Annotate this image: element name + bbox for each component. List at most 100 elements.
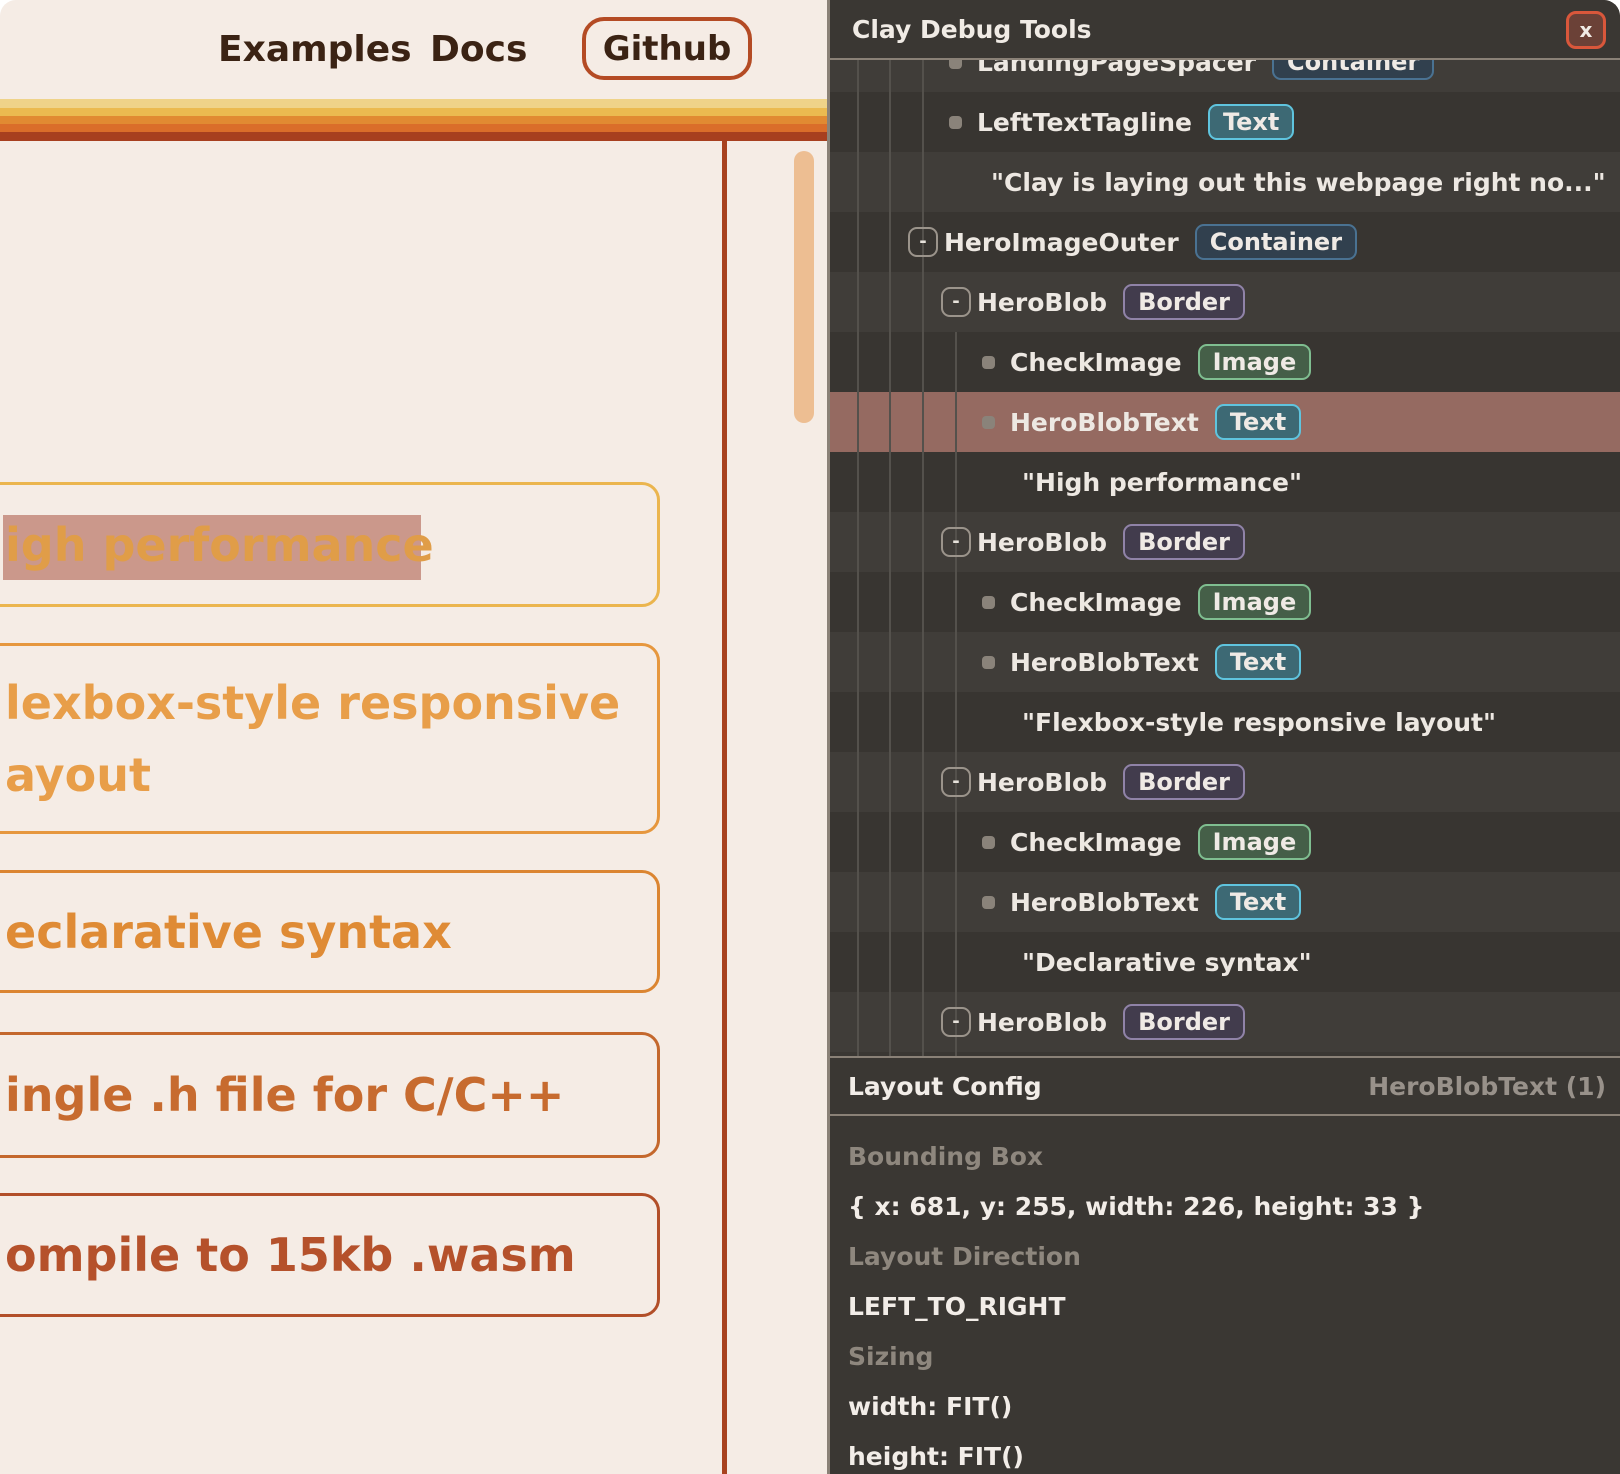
- collapse-minus-icon[interactable]: -: [941, 527, 971, 557]
- layout-config-title: Layout Config: [848, 1072, 1042, 1101]
- close-icon: x: [1580, 18, 1593, 42]
- tree-text-content: "High performance": [1022, 468, 1302, 497]
- tree-element-name: HeroBlob: [977, 1008, 1107, 1037]
- github-button[interactable]: Github: [582, 17, 752, 80]
- leaf-bullet-icon: [982, 596, 995, 609]
- element-type-badge: Image: [1198, 344, 1312, 380]
- nav-link-examples-label: Examples: [218, 29, 412, 70]
- rainbow-stripe: [0, 99, 827, 141]
- selected-element-label: HeroBlobText (1): [1368, 1072, 1606, 1101]
- tree-element-row[interactable]: LeftTextTagline Text: [830, 92, 1620, 152]
- tree-element-row[interactable]: CheckImage Image: [830, 572, 1620, 632]
- config-field-label: Bounding Box: [848, 1131, 1606, 1181]
- tree-element-row[interactable]: -HeroBlob Border: [830, 272, 1620, 332]
- close-button[interactable]: x: [1566, 11, 1606, 49]
- config-field-value: LEFT_TO_RIGHT: [848, 1281, 1606, 1331]
- stripe-band-2: [0, 108, 827, 116]
- hero-feature-box: igh performance: [0, 482, 660, 607]
- layout-config-header: Layout Config HeroBlobText (1): [830, 1056, 1620, 1116]
- tree-element-name: HeroImageOuter: [944, 228, 1179, 257]
- debug-panel-title: Clay Debug Tools: [852, 0, 1092, 58]
- hero-feature-box: lexbox-style responsiveayout: [0, 643, 660, 834]
- tree-element-row[interactable]: -HeroBlob Border: [830, 992, 1620, 1052]
- element-type-badge: Text: [1215, 644, 1301, 680]
- element-type-badge: Text: [1215, 404, 1301, 440]
- tree-element-row[interactable]: HeroBlobText Text: [830, 632, 1620, 692]
- element-type-badge: Border: [1123, 524, 1245, 560]
- tree-text-content: "Flexbox-style responsive layout": [1022, 708, 1496, 737]
- page-scrollbar-thumb[interactable]: [794, 151, 814, 423]
- stripe-band-3: [0, 116, 827, 124]
- config-field-label: Layout Direction: [848, 1231, 1606, 1281]
- config-field-value: width: FIT(): [848, 1381, 1606, 1431]
- leaf-bullet-icon: [982, 896, 995, 909]
- element-type-badge: Container: [1195, 224, 1357, 260]
- collapse-minus-icon[interactable]: -: [941, 1007, 971, 1037]
- element-type-badge: Border: [1123, 764, 1245, 800]
- tree-text-content: "Clay is laying out this webpage right n…: [991, 168, 1606, 197]
- tree-element-row[interactable]: HeroBlobText Text: [830, 392, 1620, 452]
- element-type-badge: Border: [1123, 1004, 1245, 1040]
- tree-element-name: HeroBlobText: [1010, 888, 1199, 917]
- leaf-bullet-icon: [982, 836, 995, 849]
- element-type-badge: Image: [1198, 824, 1312, 860]
- tree-element-name: HeroBlobText: [1010, 408, 1199, 437]
- config-field-value: { x: 681, y: 255, width: 226, height: 33…: [848, 1181, 1606, 1231]
- hero-feature-text: ayout: [5, 739, 657, 811]
- nav-link-docs[interactable]: Docs: [430, 0, 527, 99]
- app-window: Examples Docs Github igh performance lexb…: [0, 0, 1620, 1474]
- collapse-minus-icon[interactable]: -: [941, 287, 971, 317]
- tree-text-content: "Declarative syntax": [1022, 948, 1312, 977]
- leaf-bullet-icon: [949, 116, 962, 129]
- tree-element-row[interactable]: CheckImage Image: [830, 812, 1620, 872]
- config-field-value: height: FIT(): [848, 1431, 1606, 1474]
- tree-element-row[interactable]: CheckImage Image: [830, 332, 1620, 392]
- tree-element-name: HeroBlob: [977, 768, 1107, 797]
- hero-feature-box: ompile to 15kb .wasm: [0, 1193, 660, 1317]
- tree-element-row[interactable]: -HeroBlob Border: [830, 752, 1620, 812]
- tree-element-name: LeftTextTagline: [977, 108, 1192, 137]
- collapse-minus-icon[interactable]: -: [908, 227, 938, 257]
- collapse-minus-icon[interactable]: -: [941, 767, 971, 797]
- tree-element-row[interactable]: HeroBlobText Text: [830, 872, 1620, 932]
- nav-link-examples[interactable]: Examples: [218, 0, 412, 99]
- tree-text-content-row[interactable]: "Flexbox-style responsive layout": [830, 692, 1620, 752]
- tree-element-name: CheckImage: [1010, 588, 1182, 617]
- tree-element-name: HeroBlob: [977, 528, 1107, 557]
- hero-feature-text: eclarative syntax: [5, 896, 657, 968]
- stripe-band-4: [0, 124, 827, 132]
- debug-panel-header: Clay Debug Tools x: [830, 0, 1620, 60]
- hero-feature-text: ompile to 15kb .wasm: [5, 1219, 657, 1291]
- hero-feature-box: eclarative syntax: [0, 870, 660, 993]
- hero-feature-text: lexbox-style responsive: [5, 667, 657, 739]
- tree-element-row[interactable]: -HeroImageOuter Container: [830, 212, 1620, 272]
- tree-element-name: CheckImage: [1010, 828, 1182, 857]
- element-type-badge: Border: [1123, 284, 1245, 320]
- tree-element-name: HeroBlobText: [1010, 648, 1199, 677]
- nav-link-docs-label: Docs: [430, 29, 527, 70]
- hero-feature-text: ingle .h file for C/C++: [5, 1059, 657, 1131]
- page-column-divider: [722, 141, 727, 1474]
- leaf-bullet-icon: [982, 656, 995, 669]
- tree-element-name: CheckImage: [1010, 348, 1182, 377]
- github-button-label: Github: [603, 29, 732, 69]
- site-navbar: Examples Docs Github: [0, 0, 827, 99]
- hero-feature-box: ingle .h file for C/C++: [0, 1032, 660, 1158]
- element-type-badge: Text: [1208, 104, 1294, 140]
- hero-feature-text: igh performance: [5, 509, 657, 581]
- tree-text-content-row[interactable]: "High performance": [830, 452, 1620, 512]
- leaf-bullet-icon: [982, 416, 995, 429]
- tree-text-content-row[interactable]: "Declarative syntax": [830, 932, 1620, 992]
- element-type-badge: Image: [1198, 584, 1312, 620]
- tree-element-row[interactable]: -HeroBlob Border: [830, 512, 1620, 572]
- stripe-band-1: [0, 99, 827, 108]
- layout-config-body: Bounding Box{ x: 681, y: 255, width: 226…: [848, 1131, 1606, 1474]
- leaf-bullet-icon: [982, 356, 995, 369]
- element-tree: LandingPageSpacerContainerLeftTextTaglin…: [830, 0, 1620, 1056]
- stripe-band-5: [0, 132, 827, 141]
- tree-element-name: HeroBlob: [977, 288, 1107, 317]
- config-field-label: Sizing: [848, 1331, 1606, 1381]
- clay-debug-panel: LandingPageSpacerContainerLeftTextTaglin…: [827, 0, 1620, 1474]
- element-type-badge: Text: [1215, 884, 1301, 920]
- tree-text-content-row[interactable]: "Clay is laying out this webpage right n…: [830, 152, 1620, 212]
